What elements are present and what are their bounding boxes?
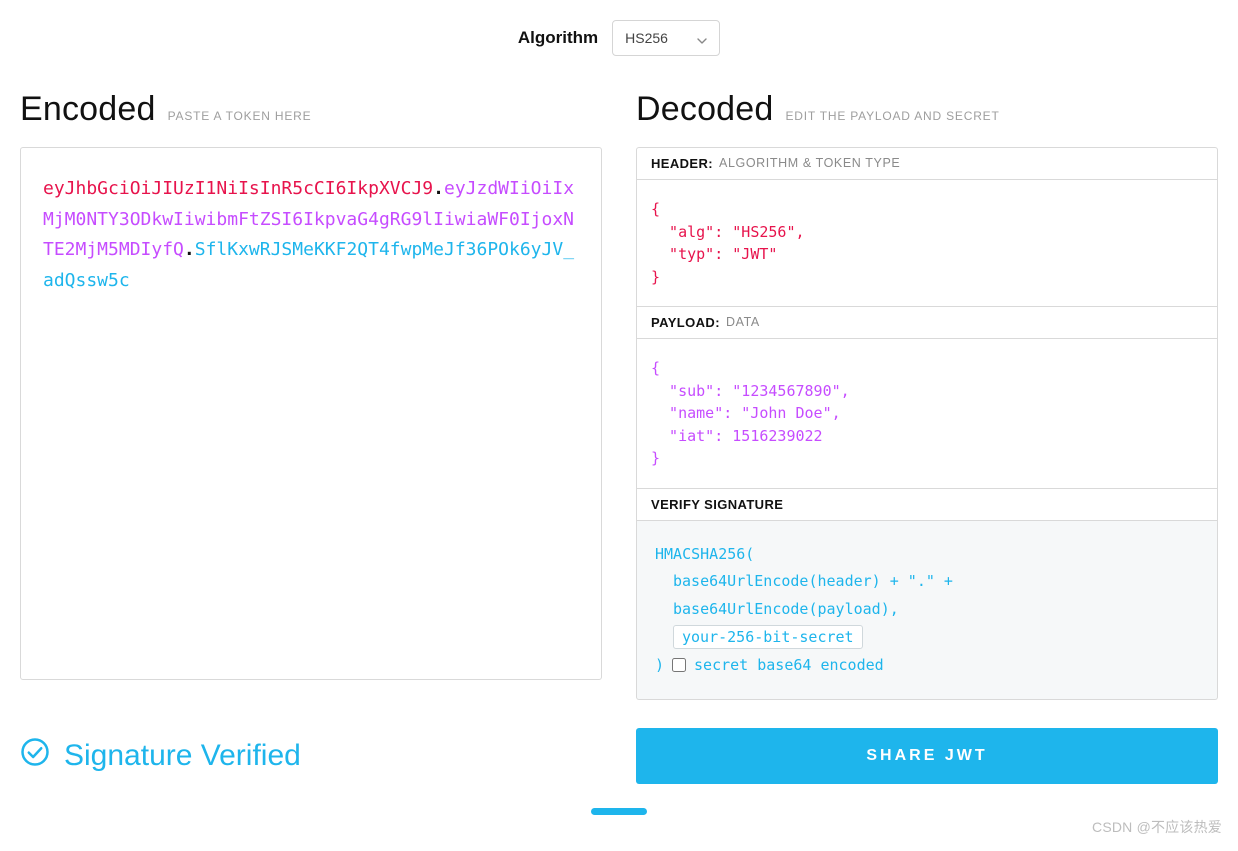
- encoded-title: Encoded: [20, 90, 156, 129]
- decoded-payload-bar: PAYLOAD: DATA: [636, 307, 1218, 339]
- decoded-signature-section: VERIFY SIGNATURE HMACSHA256( base64UrlEn…: [636, 489, 1218, 701]
- encoded-title-row: Encoded PASTE A TOKEN HERE: [20, 90, 602, 129]
- algorithm-select[interactable]: HS256: [612, 20, 720, 56]
- decoded-title-row: Decoded EDIT THE PAYLOAD AND SECRET: [636, 90, 1218, 129]
- decoded-header-sub: ALGORITHM & TOKEN TYPE: [719, 156, 900, 171]
- secret-base64-checkbox[interactable]: [672, 658, 686, 672]
- encoded-subtitle: PASTE A TOKEN HERE: [168, 109, 312, 123]
- signature-verified-status: Signature Verified: [20, 728, 602, 784]
- decoded-header-label: HEADER:: [651, 156, 713, 171]
- sig-secret-line: [655, 624, 1199, 652]
- decoded-header-body[interactable]: { "alg": "HS256", "typ": "JWT" }: [636, 180, 1218, 307]
- decoded-title: Decoded: [636, 90, 774, 129]
- token-dot2: .: [184, 239, 195, 260]
- decoded-payload-body[interactable]: { "sub": "1234567890", "name": "John Doe…: [636, 339, 1218, 489]
- sig-line-2: base64UrlEncode(header) + "." +: [655, 568, 1199, 596]
- check-circle-icon: [20, 737, 50, 775]
- signature-verified-text: Signature Verified: [64, 739, 301, 773]
- algorithm-value: HS256: [625, 30, 668, 46]
- sig-close-line: ) secret base64 encoded: [655, 652, 1199, 680]
- bottom-accent-bar: [591, 808, 647, 815]
- decoded-payload-sub: DATA: [726, 315, 760, 330]
- bottom-row: Signature Verified SHARE JWT: [0, 728, 1238, 784]
- secret-input[interactable]: [673, 625, 863, 649]
- sig-line-1: HMACSHA256(: [655, 545, 754, 563]
- decoded-payload-section: PAYLOAD: DATA { "sub": "1234567890", "na…: [636, 307, 1218, 489]
- decoded-signature-label: VERIFY SIGNATURE: [651, 497, 783, 512]
- algorithm-label: Algorithm: [518, 28, 598, 48]
- main-columns: Encoded PASTE A TOKEN HERE eyJhbGciOiJIU…: [0, 90, 1238, 700]
- watermark: CSDN @不应该热爱: [1092, 817, 1222, 837]
- token-dot1: .: [433, 178, 444, 199]
- algorithm-row: Algorithm HS256: [0, 0, 1238, 90]
- share-jwt-button[interactable]: SHARE JWT: [636, 728, 1218, 784]
- decoded-signature-bar: VERIFY SIGNATURE: [636, 489, 1218, 521]
- sig-line-3: base64UrlEncode(payload),: [655, 596, 1199, 624]
- secret-base64-label: secret base64 encoded: [694, 652, 884, 680]
- decoded-signature-body: HMACSHA256( base64UrlEncode(header) + ".…: [636, 521, 1218, 701]
- chevron-down-icon: [697, 33, 707, 43]
- decoded-header-bar: HEADER: ALGORITHM & TOKEN TYPE: [636, 147, 1218, 180]
- token-header-segment: eyJhbGciOiJIUzI1NiIsInR5cCI6IkpXVCJ9: [43, 178, 433, 199]
- decoded-column: Decoded EDIT THE PAYLOAD AND SECRET HEAD…: [636, 90, 1218, 700]
- decoded-subtitle: EDIT THE PAYLOAD AND SECRET: [786, 109, 1000, 123]
- encoded-column: Encoded PASTE A TOKEN HERE eyJhbGciOiJIU…: [20, 90, 602, 700]
- decoded-header-section: HEADER: ALGORITHM & TOKEN TYPE { "alg": …: [636, 147, 1218, 307]
- decoded-payload-label: PAYLOAD:: [651, 315, 720, 330]
- encoded-token-box[interactable]: eyJhbGciOiJIUzI1NiIsInR5cCI6IkpXVCJ9.eyJ…: [20, 147, 602, 680]
- sig-close-paren: ): [655, 652, 664, 680]
